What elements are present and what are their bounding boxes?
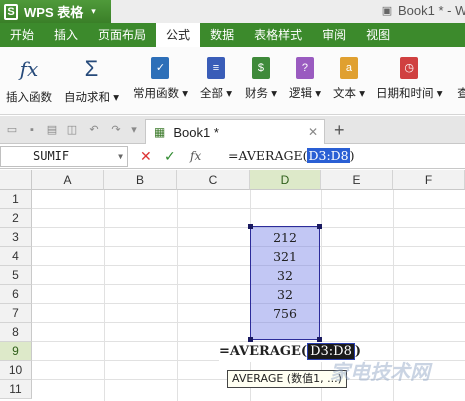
title-bar: S WPS 表格 ▾ ▣ Book1 * - W (0, 0, 465, 23)
gridline (32, 208, 465, 209)
column-header-b[interactable]: B (104, 170, 177, 190)
row-header-5[interactable]: 5 (0, 266, 32, 285)
formula-input[interactable]: =AVERAGE(D3:D8) (228, 148, 355, 163)
row-header-9[interactable]: 9 (0, 342, 32, 361)
column-header-d[interactable]: D (250, 170, 321, 190)
app-menu-button[interactable]: S WPS 表格 ▾ (0, 0, 111, 23)
row-header-2[interactable]: 2 (0, 209, 32, 228)
open-icon[interactable]: ▭ (6, 124, 18, 136)
menu-bar: 开始 插入 页面布局 公式 数据 表格样式 审阅 视图 (0, 23, 465, 47)
select-all-corner[interactable] (0, 170, 32, 190)
wps-logo-icon: S (4, 3, 18, 20)
formula-bar: SUMIF ▼ ✕ ✓ fx =AVERAGE(D3:D8) (0, 145, 465, 169)
row-header-7[interactable]: 7 (0, 304, 32, 323)
window-title: Book1 * - W (398, 3, 465, 18)
menu-table-style[interactable]: 表格样式 (244, 23, 312, 47)
chevron-down-icon[interactable]: ▾ (128, 124, 140, 136)
row-header-1[interactable]: 1 (0, 190, 32, 209)
lookup-functions-button[interactable]: 查 (454, 57, 465, 101)
ribbon-formulas: fx 插入函数 Σ 自动求和 ▾ ✓ 常用函数 ▾ ≡ 全部 ▾ $ 财务 ▾ … (0, 47, 465, 115)
document-tab-bar: ▭ ▪ ▤ ◫ ↶ ↷ ▾ ▦ Book1 * ✕ + (0, 116, 465, 144)
print-icon[interactable]: ▤ (46, 124, 58, 136)
gridline (32, 284, 465, 285)
datetime-icon: ◷ (400, 57, 419, 79)
column-header-a[interactable]: A (32, 170, 104, 190)
fx-icon: fx (19, 57, 39, 81)
print-preview-icon[interactable]: ◫ (66, 124, 78, 136)
new-tab-plus-icon[interactable]: + (334, 120, 345, 141)
undo-icon[interactable]: ↶ (88, 124, 100, 136)
column-header-e[interactable]: E (321, 170, 393, 190)
tab-label: Book1 * (173, 124, 219, 140)
row-header-10[interactable]: 10 (0, 361, 32, 380)
menu-insert[interactable]: 插入 (44, 23, 88, 47)
fx-icon[interactable]: fx (190, 149, 201, 163)
row-header-6[interactable]: 6 (0, 285, 32, 304)
watermark: 家电技术网 (330, 362, 430, 384)
gridline (32, 246, 465, 247)
accept-check-icon[interactable]: ✓ (164, 148, 176, 165)
row-header-3[interactable]: 3 (0, 228, 32, 247)
all-functions-button[interactable]: ≡ 全部 ▾ (200, 57, 232, 101)
close-icon[interactable]: ✕ (308, 125, 318, 139)
text-icon: a (339, 57, 358, 79)
function-tooltip: AVERAGE (数值1, ...) (227, 370, 347, 388)
finance-functions-button[interactable]: $ 财务 ▾ (245, 57, 277, 101)
common-functions-icon: ✓ (151, 57, 170, 79)
column-header-c[interactable]: C (177, 170, 250, 190)
all-functions-icon: ≡ (206, 57, 225, 79)
finance-icon: $ (251, 57, 270, 79)
gridline (32, 322, 465, 323)
cancel-icon[interactable]: ✕ (140, 148, 152, 165)
tab-book1[interactable]: ▦ Book1 * ✕ (145, 119, 325, 144)
column-header-f[interactable]: F (393, 170, 465, 190)
insert-function-button[interactable]: fx 插入函数 (6, 57, 52, 105)
text-functions-button[interactable]: a 文本 ▾ (333, 57, 365, 101)
chevron-down-icon: ▾ (91, 6, 96, 16)
cell-d3[interactable]: 212 (250, 228, 320, 247)
logic-functions-button[interactable]: ? 逻辑 ▾ (289, 57, 321, 101)
logic-icon: ? (295, 57, 314, 79)
name-box[interactable]: SUMIF ▼ (0, 146, 128, 167)
menu-home[interactable]: 开始 (0, 23, 44, 47)
menu-formulas[interactable]: 公式 (156, 23, 201, 47)
gridline (32, 265, 465, 266)
gridline (104, 190, 105, 401)
cell-d4[interactable]: 321 (250, 247, 320, 266)
menu-review[interactable]: 审阅 (312, 23, 356, 47)
name-box-value: SUMIF (33, 149, 70, 163)
cell-d7[interactable]: 756 (250, 304, 320, 323)
row-header-8[interactable]: 8 (0, 323, 32, 342)
redo-icon[interactable]: ↷ (110, 124, 122, 136)
chevron-down-icon[interactable]: ▼ (118, 147, 123, 166)
cell-d5[interactable]: 32 (250, 266, 320, 285)
autosum-button[interactable]: Σ 自动求和 ▾ (64, 57, 119, 105)
menu-view[interactable]: 视图 (356, 23, 400, 47)
sigma-icon: Σ (84, 56, 99, 81)
row-header-4[interactable]: 4 (0, 247, 32, 266)
spreadsheet-icon: ▦ (154, 125, 166, 139)
cell-d6[interactable]: 32 (250, 285, 320, 304)
menu-page-layout[interactable]: 页面布局 (88, 23, 156, 47)
doc-icon: ▣ (381, 5, 393, 17)
menu-data[interactable]: 数据 (200, 23, 244, 47)
formula-ref-highlight: D3:D8 (307, 148, 350, 163)
row-header-11[interactable]: 11 (0, 380, 32, 399)
app-name: WPS 表格 (24, 5, 84, 20)
datetime-functions-button[interactable]: ◷ 日期和时间 ▾ (376, 57, 442, 101)
gridline (177, 190, 178, 401)
common-functions-button[interactable]: ✓ 常用函数 ▾ (133, 57, 188, 101)
gridline (32, 303, 465, 304)
lookup-icon (454, 57, 465, 79)
save-icon[interactable]: ▪ (26, 124, 38, 136)
